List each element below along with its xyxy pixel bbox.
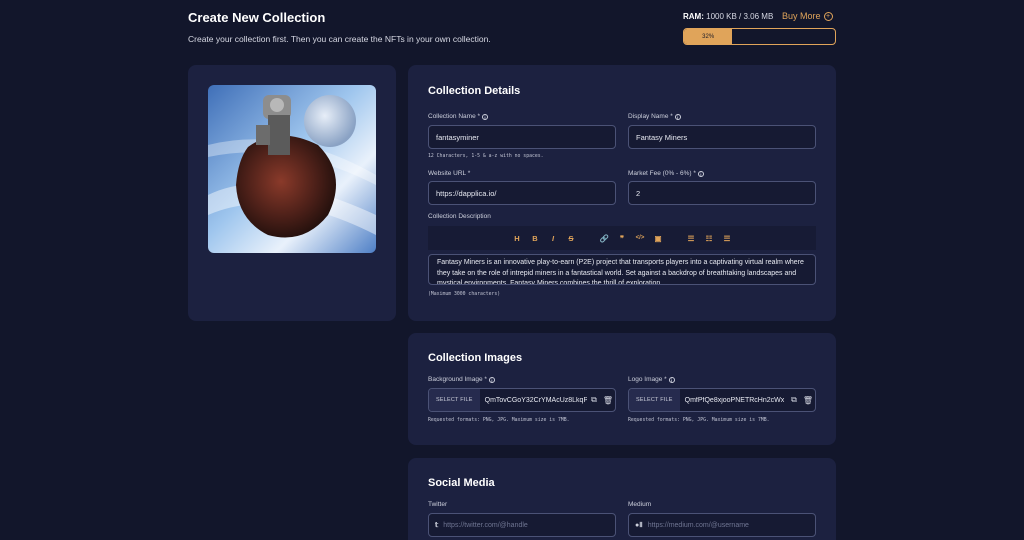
display-name-input[interactable]: Fantasy Miners — [628, 125, 816, 149]
editor-toolbar: H B I S 🔗 ❞ </> ▣ ☰ ☷ ☰ — [428, 226, 816, 250]
link-icon[interactable]: 🔗 — [600, 234, 609, 243]
buy-more-label: Buy More — [782, 11, 821, 21]
collection-name-hint: 12 Characters, 1-5 & a-z with no spaces. — [428, 154, 544, 159]
website-url-label-text: Website URL * — [428, 170, 471, 177]
collection-name-label-text: Collection Name * — [428, 113, 481, 120]
info-icon[interactable]: i — [482, 113, 489, 120]
asteroid-illustration — [208, 85, 376, 253]
logo-select-file-button[interactable]: SELECT FILE — [629, 389, 680, 411]
background-file-name: QmTovCGoY32CrYMAcUz8LkqP — [484, 396, 587, 404]
market-fee-label: Market Fee (0% - 6%) * i — [628, 170, 704, 177]
twitter-icon: 𝕥 — [435, 522, 439, 529]
background-format-hint: Requested formats: PNG, JPG. Maximum siz… — [428, 418, 570, 423]
strikethrough-button[interactable]: S — [567, 234, 576, 243]
collection-images-title: Collection Images — [428, 352, 523, 364]
medium-label: Medium — [628, 501, 651, 508]
medium-input[interactable]: ●Ⅱ https://medium.com/@username — [628, 513, 816, 537]
background-image-label: Background Image * i — [428, 376, 495, 383]
heading-button[interactable]: H — [513, 234, 522, 243]
collection-preview-image[interactable] — [208, 85, 376, 253]
quote-icon[interactable]: ❞ — [618, 234, 627, 243]
twitter-placeholder: https://twitter.com/@handle — [443, 521, 528, 529]
numbered-list-icon[interactable]: ☷ — [705, 234, 714, 243]
market-fee-label-text: Market Fee (0% - 6%) * — [628, 170, 696, 177]
ram-usage: RAM: 1000 KB / 3.06 MB — [683, 12, 773, 21]
logo-image-input[interactable]: SELECT FILE QmfPfQe8xjooPNETRcHn2cWx ⧉ 🗑 — [628, 388, 816, 412]
website-url-label: Website URL * — [428, 170, 470, 177]
ram-progress-fill: 32% — [684, 29, 733, 44]
website-url-input[interactable]: https://dapplica.io/ — [428, 181, 616, 205]
background-image-label-text: Background Image * — [428, 376, 487, 383]
collection-details-card: Collection Details Collection Name * i f… — [408, 65, 836, 321]
ram-percent-label: 32% — [702, 33, 715, 40]
background-select-file-button[interactable]: SELECT FILE — [429, 389, 480, 411]
logo-image-label: Logo Image * i — [628, 376, 675, 383]
trash-icon[interactable]: 🗑 — [801, 396, 815, 405]
page-title: Create New Collection — [188, 10, 326, 25]
info-icon[interactable]: i — [697, 170, 704, 177]
collection-name-label: Collection Name * i — [428, 113, 489, 120]
info-icon[interactable]: i — [674, 113, 681, 120]
description-label-text: Collection Description — [428, 213, 491, 220]
ram-label: RAM: — [683, 12, 704, 21]
background-image-input[interactable]: SELECT FILE QmTovCGoY32CrYMAcUz8LkqP ⧉ 🗑 — [428, 388, 616, 412]
twitter-label: Twitter — [428, 501, 447, 508]
medium-icon: ●Ⅱ — [635, 522, 643, 529]
display-name-label-text: Display Name * — [628, 113, 673, 120]
description-editor[interactable]: Fantasy Miners is an innovative play-to-… — [428, 254, 816, 285]
display-name-label: Display Name * i — [628, 113, 681, 120]
italic-button[interactable]: I — [549, 234, 558, 243]
trash-icon[interactable]: 🗑 — [601, 396, 615, 405]
market-fee-input[interactable]: 2 — [628, 181, 816, 205]
buy-more-link[interactable]: Buy More + — [782, 11, 833, 21]
bold-button[interactable]: B — [531, 234, 540, 243]
collection-details-title: Collection Details — [428, 85, 521, 97]
logo-image-label-text: Logo Image * — [628, 376, 667, 383]
ram-progress-bar: 32% — [683, 28, 836, 45]
ram-value: 1000 KB / 3.06 MB — [706, 12, 774, 21]
logo-file-name: QmfPfQe8xjooPNETRcHn2cWx — [684, 396, 785, 404]
task-list-icon[interactable]: ☰ — [723, 234, 732, 243]
social-media-card: Social Media Twitter 𝕥 https://twitter.c… — [408, 458, 836, 540]
medium-label-text: Medium — [628, 501, 652, 508]
info-icon[interactable]: i — [488, 376, 495, 383]
plus-circle-icon: + — [823, 11, 833, 21]
collection-name-input[interactable]: fantasyminer — [428, 125, 616, 149]
twitter-input[interactable]: 𝕥 https://twitter.com/@handle — [428, 513, 616, 537]
bullet-list-icon[interactable]: ☰ — [687, 234, 696, 243]
twitter-label-text: Twitter — [428, 501, 448, 508]
collection-preview-card — [188, 65, 396, 321]
image-icon[interactable]: ▣ — [654, 234, 663, 243]
social-media-title: Social Media — [428, 477, 495, 489]
external-link-icon[interactable]: ⧉ — [587, 395, 601, 405]
page-subtitle: Create your collection first. Then you c… — [188, 34, 491, 44]
external-link-icon[interactable]: ⧉ — [787, 395, 801, 405]
logo-format-hint: Requested formats: PNG, JPG. Maximum siz… — [628, 418, 770, 423]
collection-images-card: Collection Images Background Image * i S… — [408, 333, 836, 445]
code-icon[interactable]: </> — [636, 235, 645, 241]
description-label: Collection Description — [428, 213, 491, 220]
description-hint: (Maximum 3000 characters) — [428, 292, 501, 297]
medium-placeholder: https://medium.com/@username — [647, 521, 749, 529]
info-icon[interactable]: i — [668, 376, 675, 383]
